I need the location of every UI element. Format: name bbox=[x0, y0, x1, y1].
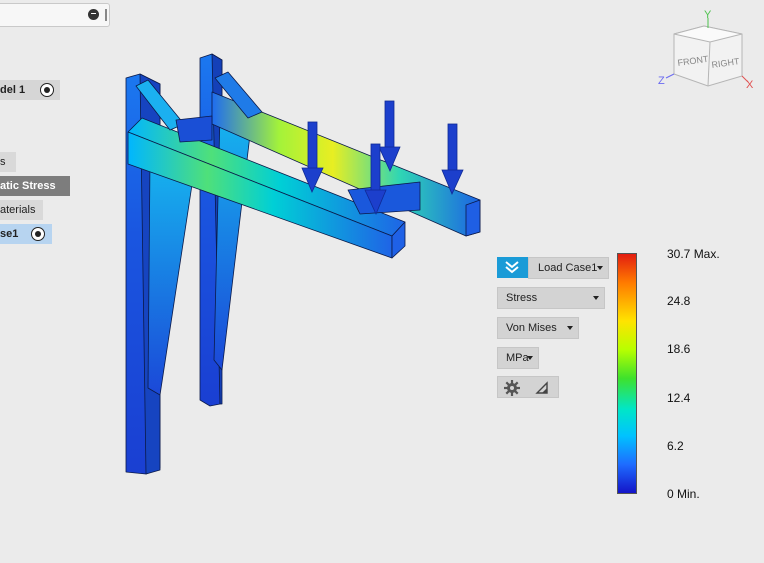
units-label: MPa bbox=[506, 352, 529, 364]
legend-min-label: 0 Min. bbox=[667, 487, 700, 501]
result-type-dropdown[interactable]: Stress bbox=[497, 287, 605, 309]
load-case-dropdown[interactable]: Load Case1 bbox=[528, 257, 609, 279]
load-arrow-3 bbox=[441, 123, 464, 195]
load-case-label: Load Case1 bbox=[538, 262, 598, 274]
view-cube[interactable]: FRONT RIGHT Y X Z bbox=[652, 8, 762, 98]
stress-model-viewport[interactable] bbox=[0, 0, 764, 563]
gear-icon[interactable] bbox=[504, 380, 520, 396]
chevron-down-icon bbox=[593, 296, 599, 300]
component-dropdown[interactable]: Von Mises bbox=[497, 317, 579, 339]
legend-tick: 12.4 bbox=[667, 391, 691, 405]
legend-tools bbox=[497, 376, 559, 398]
chevrons-down-icon[interactable] bbox=[497, 257, 528, 278]
chevron-down-icon bbox=[597, 266, 603, 270]
chevron-down-icon bbox=[527, 356, 533, 360]
units-dropdown[interactable]: MPa bbox=[497, 347, 539, 369]
legend-tick: 24.8 bbox=[667, 294, 691, 308]
axis-z-label: Z bbox=[658, 75, 665, 87]
front-brace bbox=[147, 154, 196, 396]
legend-max-label: 30.7 Max. bbox=[667, 247, 720, 261]
axis-x-label: X bbox=[746, 79, 754, 91]
stress-color-scale bbox=[617, 253, 637, 494]
legend-tick: 6.2 bbox=[667, 439, 684, 453]
result-type-label: Stress bbox=[506, 292, 538, 304]
component-label: Von Mises bbox=[506, 322, 557, 334]
triangle-ruler-icon[interactable] bbox=[535, 381, 548, 394]
axis-y-label: Y bbox=[704, 9, 712, 21]
legend-tick: 18.6 bbox=[667, 342, 691, 356]
chevron-down-icon bbox=[567, 326, 573, 330]
